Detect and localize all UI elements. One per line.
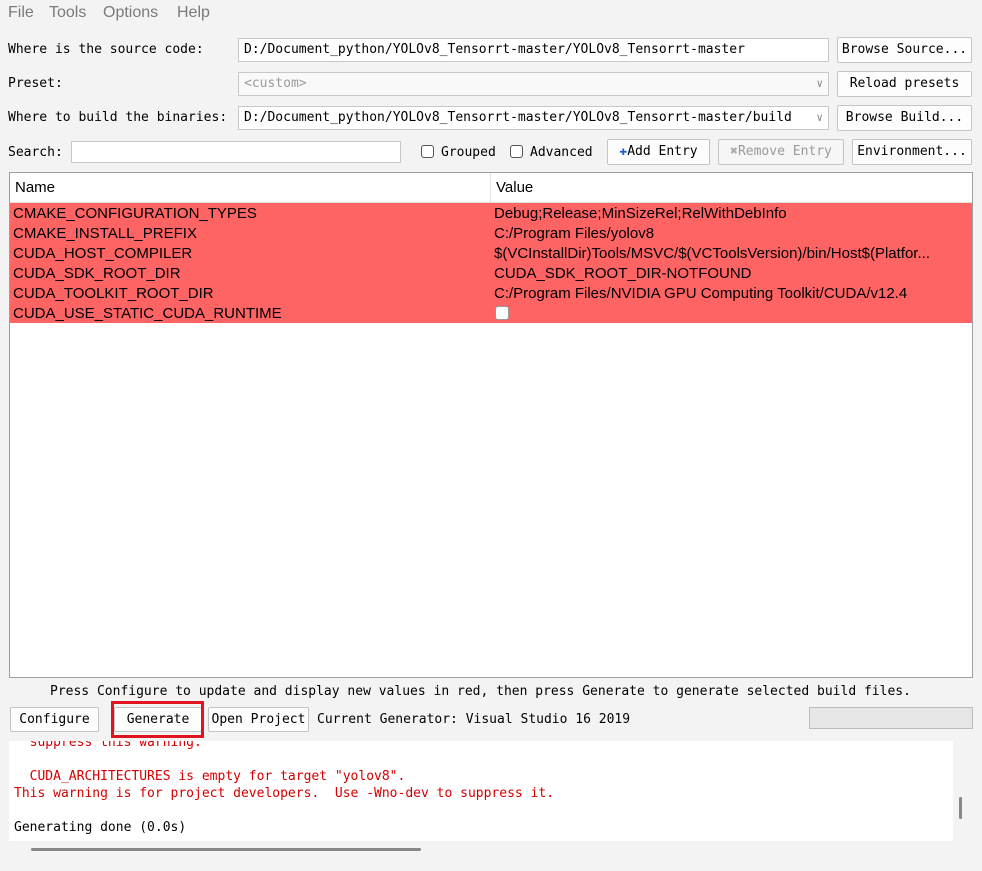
table-row[interactable]: CUDA_SDK_ROOT_DIR CUDA_SDK_ROOT_DIR-NOTF…	[10, 263, 972, 283]
current-generator-text: Current Generator: Visual Studio 16 2019	[317, 712, 631, 727]
remove-icon: ✖	[730, 144, 738, 159]
log-line: suppress this warning.	[14, 741, 202, 750]
configure-button[interactable]: Configure	[10, 707, 99, 732]
browse-source-button[interactable]: Browse Source...	[837, 37, 972, 63]
remove-entry-label: Remove Entry	[737, 144, 832, 159]
grouped-label: Grouped	[441, 145, 496, 160]
browse-build-button[interactable]: Browse Build...	[837, 105, 972, 131]
row-name: CUDA_HOST_COMPILER	[13, 245, 193, 262]
add-entry-button[interactable]: ✚Add Entry	[607, 139, 710, 165]
row-name: CMAKE_INSTALL_PREFIX	[13, 225, 197, 242]
header-name[interactable]: Name	[15, 179, 55, 196]
row-value[interactable]: C:/Program Files/yolov8	[494, 225, 969, 242]
table-row[interactable]: CMAKE_CONFIGURATION_TYPES Debug;Release;…	[10, 203, 972, 223]
remove-entry-button[interactable]: ✖Remove Entry	[718, 139, 844, 165]
environment-button[interactable]: Environment...	[852, 139, 972, 165]
header-value[interactable]: Value	[496, 179, 533, 196]
table-row[interactable]: CMAKE_INSTALL_PREFIX C:/Program Files/yo…	[10, 223, 972, 243]
menu-options[interactable]: Options	[103, 4, 158, 22]
table-row[interactable]: CUDA_TOOLKIT_ROOT_DIR C:/Program Files/N…	[10, 283, 972, 303]
menu-bar: File Tools Options Help	[0, 0, 982, 26]
search-input[interactable]	[71, 141, 401, 163]
chevron-down-icon: ∨	[816, 77, 823, 90]
log-line: Generating done (0.0s)	[14, 820, 187, 835]
menu-file[interactable]: File	[8, 4, 34, 22]
log-line: This warning is for project developers. …	[14, 786, 555, 801]
preset-label: Preset:	[8, 76, 63, 91]
preset-select[interactable]: <custom> ∨	[238, 72, 829, 96]
log-line: CUDA_ARCHITECTURES is empty for target "…	[14, 769, 406, 784]
row-name: CUDA_TOOLKIT_ROOT_DIR	[13, 285, 214, 302]
output-log[interactable]: suppress this warning. CUDA_ARCHITECTURE…	[9, 741, 953, 841]
plus-icon: ✚	[619, 144, 628, 159]
row-value[interactable]: C:/Program Files/NVIDIA GPU Computing To…	[494, 285, 969, 302]
menu-help[interactable]: Help	[177, 4, 210, 22]
table-row[interactable]: CUDA_HOST_COMPILER $(VCInstallDir)Tools/…	[10, 243, 972, 263]
row-name: CUDA_SDK_ROOT_DIR	[13, 265, 181, 282]
advanced-checkbox[interactable]	[510, 145, 523, 158]
search-label: Search:	[8, 145, 63, 160]
reload-presets-button[interactable]: Reload presets	[837, 71, 972, 97]
log-vertical-scrollbar[interactable]	[959, 797, 962, 819]
open-project-button[interactable]: Open Project	[208, 707, 309, 732]
table-header: Name Value	[10, 173, 972, 203]
row-name: CMAKE_CONFIGURATION_TYPES	[13, 205, 257, 222]
row-value[interactable]: CUDA_SDK_ROOT_DIR-NOTFOUND	[494, 265, 969, 282]
add-entry-label: Add Entry	[627, 144, 698, 159]
build-path-select[interactable]: D:/Document_python/YOLOv8_Tensorrt-maste…	[238, 106, 829, 130]
grouped-checkbox[interactable]	[421, 145, 434, 158]
row-value-checkbox[interactable]	[495, 306, 509, 320]
hint-text: Press Configure to update and display ne…	[50, 684, 911, 699]
generate-highlight-box	[111, 701, 204, 738]
build-path-value: D:/Document_python/YOLOv8_Tensorrt-maste…	[244, 110, 792, 125]
chevron-down-icon: ∨	[816, 111, 823, 124]
table-row[interactable]: CUDA_USE_STATIC_CUDA_RUNTIME	[10, 303, 972, 323]
cache-table[interactable]: Name Value CMAKE_CONFIGURATION_TYPES Deb…	[9, 172, 973, 678]
log-horizontal-scrollbar[interactable]	[31, 848, 421, 851]
row-value[interactable]: $(VCInstallDir)Tools/MSVC/$(VCToolsVersi…	[494, 245, 969, 262]
source-label: Where is the source code:	[8, 42, 204, 57]
row-value[interactable]: Debug;Release;MinSizeRel;RelWithDebInfo	[494, 205, 969, 222]
progress-bar	[809, 707, 973, 729]
menu-tools[interactable]: Tools	[49, 4, 86, 22]
source-path-input[interactable]: D:/Document_python/YOLOv8_Tensorrt-maste…	[238, 38, 829, 62]
preset-value: <custom>	[244, 76, 307, 91]
row-name: CUDA_USE_STATIC_CUDA_RUNTIME	[13, 305, 282, 322]
build-label: Where to build the binaries:	[8, 110, 228, 125]
column-separator[interactable]	[490, 173, 491, 202]
advanced-label: Advanced	[530, 145, 593, 160]
